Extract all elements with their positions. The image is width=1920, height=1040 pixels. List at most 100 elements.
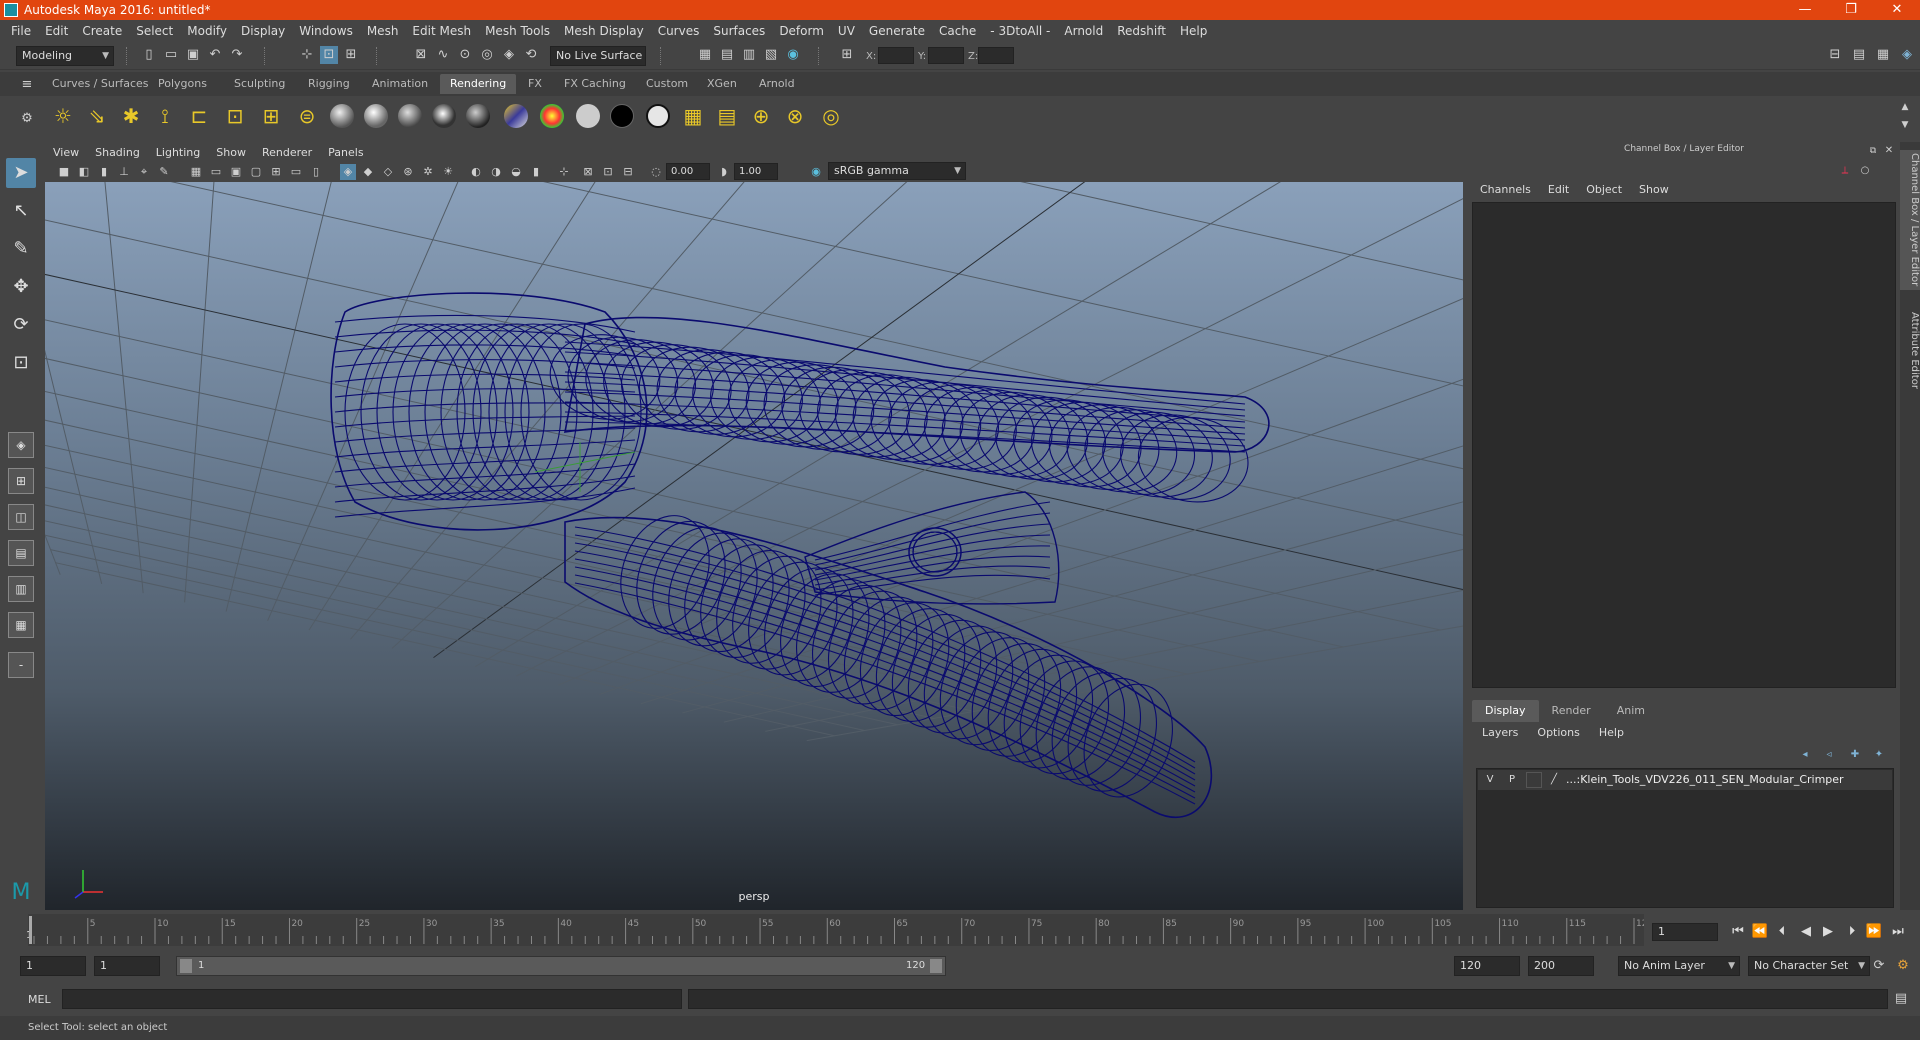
channel-box-toggle-icon[interactable]: ◈ (1898, 46, 1916, 64)
close-button[interactable]: ✕ (1874, 0, 1920, 20)
range-end-handle[interactable] (930, 959, 942, 973)
layer-menu-help[interactable]: Help (1589, 726, 1633, 739)
image-plane-icon[interactable]: ⊥ (116, 164, 132, 180)
snap-live-icon[interactable]: ⟲ (522, 46, 540, 64)
persp-graph-layout-icon[interactable]: ▤ (8, 540, 34, 566)
modeling-toolkit-icon[interactable]: ⊟ (1826, 46, 1844, 64)
film-gate-icon[interactable]: ▭ (208, 164, 224, 180)
save-scene-icon[interactable]: ▣ (184, 46, 202, 64)
wireframe-on-shaded-icon[interactable]: ◇ (380, 164, 396, 180)
range-bar[interactable] (176, 956, 946, 976)
persp-outliner-layout-icon[interactable]: ◫ (8, 504, 34, 530)
new-layer-icon[interactable]: ✚ (1846, 746, 1864, 764)
go-to-start-icon[interactable]: ⏮ (1728, 922, 1748, 942)
custom-layout-icon[interactable]: - (8, 652, 34, 678)
open-scene-icon[interactable]: ▭ (162, 46, 180, 64)
command-input[interactable] (62, 989, 682, 1009)
minimize-button[interactable]: — (1782, 0, 1828, 20)
shelf-tab-rigging[interactable]: Rigging (298, 74, 360, 94)
move-layer-up-icon[interactable]: ◂ (1796, 746, 1814, 764)
playback-end-field[interactable]: 120 (1454, 956, 1520, 976)
grease-pencil-icon[interactable]: ✎ (156, 164, 172, 180)
close-panel-icon[interactable]: ✕ (1880, 142, 1898, 160)
select-object-icon[interactable]: ⊡ (320, 46, 338, 64)
layer-playback-toggle[interactable]: P (1504, 772, 1520, 788)
shadows-icon[interactable]: ☀ (440, 164, 456, 180)
field-chart-icon[interactable]: ⊞ (268, 164, 284, 180)
safe-title-icon[interactable]: ▯ (308, 164, 324, 180)
depth-of-field-icon[interactable]: ▮ (528, 164, 544, 180)
menu-display[interactable]: Display (234, 24, 292, 38)
layer-menu-layers[interactable]: Layers (1472, 726, 1527, 739)
lasso-tool-icon[interactable]: ↖ (6, 196, 36, 226)
grid-toggle-icon[interactable]: ▦ (188, 164, 204, 180)
safe-action-icon[interactable]: ▭ (288, 164, 304, 180)
shelf-tab-xgen[interactable]: XGen (697, 74, 747, 94)
layer-tab-render[interactable]: Render (1539, 700, 1604, 722)
menu-modify[interactable]: Modify (180, 24, 234, 38)
use-all-lights-icon[interactable]: ✲ (420, 164, 436, 180)
playback-start-field[interactable]: 1 (94, 956, 160, 976)
wireframe-icon[interactable]: ◈ (340, 164, 356, 180)
rotate-tool-icon[interactable]: ⟳ (6, 310, 36, 340)
current-frame-field[interactable]: 1 (1652, 923, 1718, 941)
animation-preferences-icon[interactable]: ⚙ (1894, 957, 1912, 975)
snap-surface-icon[interactable]: ◈ (500, 46, 518, 64)
color-space-dropdown[interactable]: sRGB gamma ▼ (828, 162, 966, 180)
snap-view-icon[interactable]: ◎ (478, 46, 496, 64)
xray-icon[interactable]: ⊠ (580, 164, 596, 180)
step-forward-key-icon[interactable]: ⏵ (1842, 922, 1862, 942)
isolate-select-icon[interactable]: ⊹ (556, 164, 572, 180)
menu-deform[interactable]: Deform (772, 24, 831, 38)
point-light-icon[interactable]: ✱ (118, 103, 144, 129)
menu-surfaces[interactable]: Surfaces (706, 24, 772, 38)
volume-light-icon[interactable]: ⊡ (222, 103, 248, 129)
menu-cache[interactable]: Cache (932, 24, 983, 38)
anisotropic-sphere-icon[interactable] (466, 104, 490, 128)
shelf-tab-arnold[interactable]: Arnold (749, 74, 805, 94)
blinn-sphere-icon[interactable] (364, 104, 388, 128)
shading-map-icon[interactable] (646, 104, 670, 128)
shelf-scroll-down-icon[interactable]: ▼ (1896, 116, 1914, 134)
single-perspective-layout-icon[interactable]: ◈ (8, 432, 34, 458)
channel-box-menu-channels[interactable]: Channels (1472, 183, 1540, 196)
select-tool-icon[interactable]: ➤ (6, 158, 36, 188)
command-language-label[interactable]: MEL (28, 993, 51, 1006)
menu-mesh[interactable]: Mesh (360, 24, 406, 38)
move-layer-down-icon[interactable]: ◃ (1820, 746, 1838, 764)
xray-components-icon[interactable]: ⊟ (620, 164, 636, 180)
tool-settings-toggle-icon[interactable]: ▦ (1874, 46, 1892, 64)
render-settings-icon[interactable]: ▥ (740, 46, 758, 64)
menu-edit[interactable]: Edit (38, 24, 75, 38)
shelf-settings-icon[interactable]: ⚙ (18, 110, 36, 128)
scale-tool-icon[interactable]: ⊡ (6, 348, 36, 378)
camera-attributes-icon[interactable]: ◧ (76, 164, 92, 180)
step-back-icon[interactable]: ⏪ (1750, 922, 1770, 942)
phonge-sphere-icon[interactable] (432, 104, 456, 128)
exposure-field[interactable]: 0.00 (666, 163, 710, 180)
live-surface-field[interactable]: No Live Surface (550, 46, 646, 66)
side-tab-attribute-editor[interactable]: Attribute Editor (1900, 300, 1920, 400)
animation-start-field[interactable]: 1 (20, 956, 86, 976)
menu-select[interactable]: Select (129, 24, 180, 38)
ambient-light-icon[interactable]: ☼ (50, 103, 76, 129)
channel-box-menu-object[interactable]: Object (1578, 183, 1631, 196)
area-light-icon[interactable]: ⊏ (186, 103, 212, 129)
new-layer-selected-icon[interactable]: ✦ (1870, 746, 1888, 764)
layer-color-swatch[interactable]: ╱ (1546, 772, 1562, 788)
y-field[interactable] (928, 47, 964, 64)
play-backwards-icon[interactable]: ◀ (1796, 922, 1816, 942)
shelf-tab-custom[interactable]: Custom (636, 74, 698, 94)
layer-tab-anim[interactable]: Anim (1604, 700, 1658, 722)
menu-set-dropdown[interactable]: Modeling ▼ (16, 46, 114, 66)
render-frame-icon[interactable]: ▦ (696, 46, 714, 64)
auto-key-icon[interactable]: ⟳ (1870, 957, 1888, 975)
crimper-wireframe-model[interactable] (45, 182, 1463, 910)
gamma-icon[interactable]: ◗ (716, 164, 732, 180)
viewport-menu-renderer[interactable]: Renderer (254, 146, 320, 159)
viewport-menu-lighting[interactable]: Lighting (148, 146, 208, 159)
four-view-layout-icon[interactable]: ⊞ (8, 468, 34, 494)
step-forward-icon[interactable]: ⏩ (1864, 922, 1884, 942)
hypershade-layout-icon[interactable]: ▥ (8, 576, 34, 602)
channel-box-menu-show[interactable]: Show (1631, 183, 1678, 196)
